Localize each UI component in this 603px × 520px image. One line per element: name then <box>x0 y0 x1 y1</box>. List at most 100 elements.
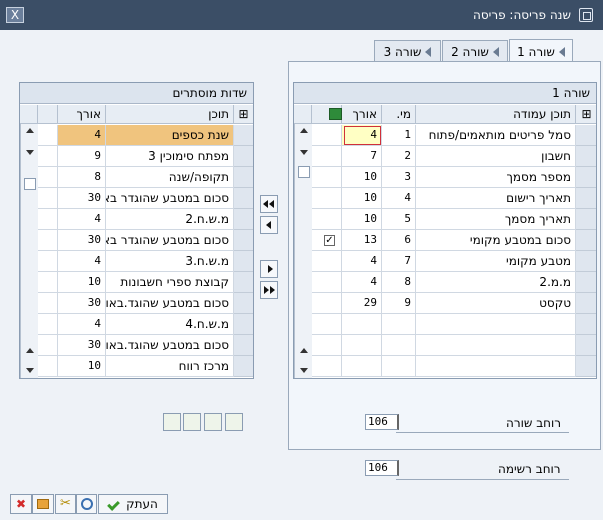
scroll-thumb[interactable] <box>298 166 310 178</box>
scroll-thumb[interactable] <box>24 178 36 190</box>
row-selector[interactable] <box>576 146 596 167</box>
row-selector[interactable] <box>234 209 253 230</box>
find-icon[interactable] <box>163 413 181 431</box>
length-cell[interactable]: 30 <box>58 293 106 314</box>
right-scrollbar[interactable] <box>294 124 312 378</box>
column-content-cell[interactable] <box>416 335 576 356</box>
content-cell[interactable]: מפתח סימוכין 3 <box>106 146 234 167</box>
move-right-button[interactable] <box>260 260 278 278</box>
column-content-cell[interactable] <box>416 314 576 335</box>
length-cell[interactable] <box>342 356 382 377</box>
scroll-down-icon[interactable] <box>26 368 34 373</box>
content-cell[interactable]: מ.ש.ח.4 <box>106 314 234 335</box>
length-cell[interactable]: 10 <box>342 209 382 230</box>
column-content-cell[interactable] <box>416 356 576 377</box>
row-selector[interactable] <box>576 167 596 188</box>
length-cell[interactable]: 30 <box>58 335 106 356</box>
scroll-up-icon[interactable] <box>26 348 34 353</box>
content-cell[interactable]: קבוצת ספרי חשבונות <box>106 272 234 293</box>
length-column-header[interactable]: אורך <box>58 105 106 124</box>
scroll-down-icon[interactable] <box>26 150 34 155</box>
row-selector[interactable] <box>234 251 253 272</box>
scroll-up-icon[interactable] <box>300 348 308 353</box>
scroll-up-icon[interactable] <box>26 128 34 133</box>
content-cell[interactable]: מ.ש.ח.2 <box>106 209 234 230</box>
sort-descending-icon[interactable] <box>225 413 243 431</box>
row-selector[interactable] <box>234 356 253 377</box>
length-cell[interactable]: 4 <box>342 272 382 293</box>
row-selector[interactable] <box>576 335 596 356</box>
select-all-header[interactable] <box>38 105 58 124</box>
length-cell[interactable]: 10 <box>342 188 382 209</box>
apply-button[interactable]: העתק <box>98 494 168 514</box>
content-cell[interactable]: סכום במטבע שהוגד.באופ <box>106 335 234 356</box>
content-cell[interactable]: סכום במטבע שהוגדר באו <box>106 188 234 209</box>
length-cell[interactable]: 30 <box>58 188 106 209</box>
row-selector[interactable] <box>576 230 596 251</box>
move-all-right-button[interactable] <box>260 281 278 299</box>
length-cell[interactable] <box>342 314 382 335</box>
cancel-icon[interactable]: ✖ <box>10 494 32 514</box>
length-cell[interactable]: 7 <box>342 146 382 167</box>
column-content-cell[interactable]: סמל פריטים מותאמים/פתוח <box>416 125 576 146</box>
row-selector[interactable] <box>234 314 253 335</box>
move-all-left-button[interactable] <box>260 195 278 213</box>
row-selector[interactable] <box>576 209 596 230</box>
move-left-button[interactable] <box>260 216 278 234</box>
close-button[interactable]: X <box>6 7 24 23</box>
length-cell[interactable]: 13 <box>342 230 382 251</box>
find-next-icon[interactable] <box>183 413 201 431</box>
length-cell[interactable]: 8 <box>58 167 106 188</box>
content-cell[interactable]: שנת כספים <box>106 125 234 146</box>
row-selector[interactable] <box>234 272 253 293</box>
left-scrollbar[interactable] <box>20 124 38 378</box>
length-cell[interactable]: 30 <box>58 230 106 251</box>
column-content-cell[interactable]: סכום במטבע מקומי <box>416 230 576 251</box>
length-cell[interactable]: 4 <box>58 209 106 230</box>
row-selector[interactable] <box>234 293 253 314</box>
length-cell[interactable]: 4 <box>342 125 382 146</box>
column-content-cell[interactable]: תאריך רישום <box>416 188 576 209</box>
table-settings-icon[interactable]: ⊞ <box>576 105 596 124</box>
content-column-header[interactable]: תוכן <box>106 105 234 124</box>
row-selector[interactable] <box>234 188 253 209</box>
length-cell[interactable]: 9 <box>58 146 106 167</box>
content-cell[interactable]: סכום במטבע שהוגד.באופ <box>106 293 234 314</box>
length-cell[interactable]: 4 <box>342 251 382 272</box>
row-selector[interactable] <box>576 356 596 377</box>
checkbox[interactable]: ✓ <box>324 235 335 246</box>
excel-icon[interactable] <box>318 105 342 124</box>
table-settings-icon[interactable]: ⊞ <box>234 105 253 124</box>
scroll-up-icon[interactable] <box>300 128 308 133</box>
sort-ascending-icon[interactable] <box>204 413 222 431</box>
row-selector[interactable] <box>576 251 596 272</box>
column-content-cell[interactable]: מ.מ.2 <box>416 272 576 293</box>
scroll-down-icon[interactable] <box>300 368 308 373</box>
row-selector[interactable] <box>234 230 253 251</box>
refresh-icon[interactable] <box>76 494 97 514</box>
content-column-header[interactable]: תוכן עמודה <box>416 105 576 124</box>
row-selector[interactable] <box>234 335 253 356</box>
length-cell[interactable]: 4 <box>58 125 106 146</box>
options-icon[interactable] <box>32 494 54 514</box>
length-cell[interactable] <box>342 335 382 356</box>
column-content-cell[interactable]: חשבון <box>416 146 576 167</box>
row-selector[interactable] <box>576 125 596 146</box>
row-selector[interactable] <box>576 272 596 293</box>
column-content-cell[interactable]: מספר מסמך <box>416 167 576 188</box>
number-column-header[interactable]: מי. <box>382 105 416 124</box>
content-cell[interactable]: מרכז רווח <box>106 356 234 377</box>
length-cell[interactable]: 29 <box>342 293 382 314</box>
tab-row-3[interactable]: שורה 3 <box>374 40 441 62</box>
cut-icon[interactable]: ✂ <box>55 494 76 514</box>
tab-row-2[interactable]: שורה 2 <box>442 40 508 62</box>
length-column-header[interactable]: אורך <box>342 105 382 124</box>
length-cell[interactable]: 4 <box>58 314 106 335</box>
length-cell[interactable]: 4 <box>58 251 106 272</box>
tab-row-1[interactable]: שורה 1 <box>509 39 573 63</box>
length-cell[interactable]: 10 <box>58 272 106 293</box>
column-content-cell[interactable]: מטבע מקומי <box>416 251 576 272</box>
column-content-cell[interactable]: טקסט <box>416 293 576 314</box>
row-selector[interactable] <box>576 188 596 209</box>
row-selector[interactable] <box>234 146 253 167</box>
